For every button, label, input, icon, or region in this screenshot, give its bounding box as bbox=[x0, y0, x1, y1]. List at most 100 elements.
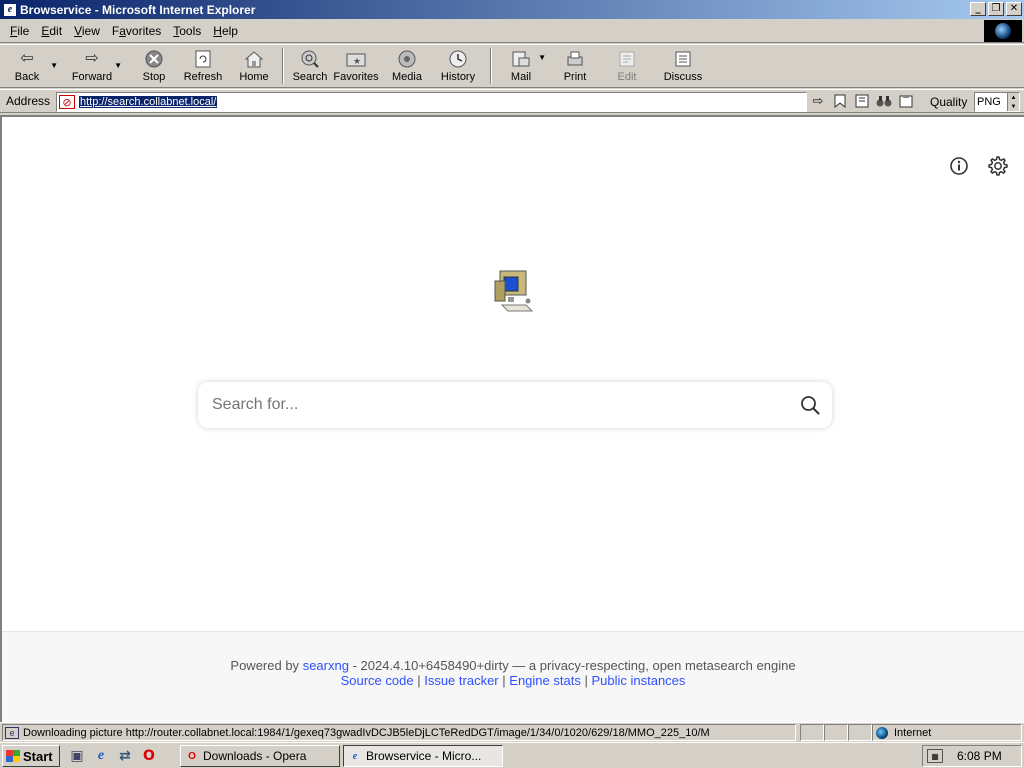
task-opera-downloads[interactable]: O Downloads - Opera bbox=[180, 745, 340, 767]
page-viewport: Powered by searxng - 2024.4.10+6458490+d… bbox=[0, 115, 1024, 724]
status-bar: e Downloading picture http://router.coll… bbox=[0, 722, 1024, 741]
public-instances-link[interactable]: Public instances bbox=[591, 673, 685, 688]
restore-button[interactable]: ❐ bbox=[988, 2, 1004, 16]
back-button[interactable]: ⇦ Back ▼ bbox=[4, 45, 58, 87]
discuss-button[interactable]: Discuss bbox=[658, 45, 708, 87]
mail-button[interactable]: Mail ▼ bbox=[498, 45, 546, 87]
opera-icon: O bbox=[188, 750, 196, 762]
quality-spinner[interactable]: ▲ ▼ bbox=[1007, 93, 1019, 111]
home-icon bbox=[242, 49, 266, 69]
bookmark-icon[interactable] bbox=[832, 93, 848, 109]
go-arrow-icon[interactable]: ⇨ bbox=[810, 93, 826, 109]
back-arrow-icon: ⇦ bbox=[20, 50, 34, 67]
search-submit-icon[interactable] bbox=[798, 393, 822, 417]
address-label: Address bbox=[6, 94, 51, 108]
search-box bbox=[198, 382, 832, 428]
back-dropdown-icon[interactable]: ▼ bbox=[50, 61, 58, 70]
toolbar-separator bbox=[490, 48, 492, 84]
title-bar: e Browservice - Microsoft Internet Explo… bbox=[0, 0, 1024, 19]
info-icon[interactable] bbox=[948, 155, 970, 177]
spin-down-icon[interactable]: ▼ bbox=[1011, 104, 1017, 110]
footer-links: Source code | Issue tracker | Engine sta… bbox=[340, 673, 686, 688]
quick-launch: ▣ e ⇄ O bbox=[68, 747, 158, 765]
favorites-toolbar-button[interactable]: ★ Favorites bbox=[330, 45, 382, 87]
menu-tools[interactable]: Tools bbox=[167, 24, 207, 38]
scheduler-icon[interactable]: ▦ bbox=[927, 749, 943, 763]
edit-page-icon bbox=[615, 49, 639, 69]
engine-stats-link[interactable]: Engine stats bbox=[509, 673, 581, 688]
book-icon[interactable] bbox=[854, 93, 870, 109]
globe-icon bbox=[995, 23, 1011, 39]
discuss-icon bbox=[671, 49, 695, 69]
menu-help[interactable]: Help bbox=[207, 24, 244, 38]
quality-select[interactable]: PNG ▲ ▼ bbox=[974, 92, 1020, 112]
window-title: Browservice - Microsoft Internet Explore… bbox=[20, 2, 256, 17]
issue-tracker-link[interactable]: Issue tracker bbox=[424, 673, 498, 688]
page-footer: Powered by searxng - 2024.4.10+6458490+d… bbox=[2, 631, 1024, 724]
throbber bbox=[984, 20, 1022, 42]
menu-file[interactable]: File bbox=[4, 24, 35, 38]
search-toolbar-button[interactable]: Search bbox=[290, 45, 330, 87]
windows-flag-icon bbox=[6, 750, 20, 762]
show-desktop-icon[interactable]: ▣ bbox=[68, 747, 86, 765]
home-button[interactable]: Home bbox=[232, 45, 276, 87]
history-button[interactable]: History bbox=[432, 45, 484, 87]
mail-icon bbox=[509, 49, 533, 69]
clock[interactable]: 6:08 PM bbox=[957, 749, 1002, 763]
address-bar: Address ⊘ http://search.collabnet.local/… bbox=[0, 89, 1024, 113]
forward-arrow-icon: ⇨ bbox=[85, 50, 99, 67]
spin-up-icon[interactable]: ▲ bbox=[1011, 95, 1017, 101]
refresh-button[interactable]: Refresh bbox=[174, 45, 232, 87]
menu-bar: File Edit View Favorites Tools Help bbox=[0, 19, 1024, 43]
binoculars-icon[interactable] bbox=[876, 93, 892, 109]
status-message: e Downloading picture http://router.coll… bbox=[2, 724, 796, 741]
search-input[interactable] bbox=[198, 385, 778, 425]
printer-icon bbox=[563, 49, 587, 69]
network-icon[interactable]: ⇄ bbox=[116, 747, 134, 765]
menu-favorites[interactable]: Favorites bbox=[106, 24, 167, 38]
media-icon bbox=[395, 49, 419, 69]
forward-dropdown-icon[interactable]: ▼ bbox=[114, 61, 122, 70]
stop-button[interactable]: Stop bbox=[134, 45, 174, 87]
media-button[interactable]: Media bbox=[382, 45, 432, 87]
search-globe-icon bbox=[298, 49, 322, 69]
menu-edit[interactable]: Edit bbox=[35, 24, 68, 38]
searxng-link[interactable]: searxng bbox=[303, 658, 349, 673]
status-panel bbox=[824, 724, 848, 741]
minimize-button[interactable]: _ bbox=[970, 2, 986, 16]
mail-dropdown-icon[interactable]: ▼ bbox=[538, 53, 546, 62]
security-zone: Internet bbox=[872, 724, 1022, 741]
favorites-folder-icon: ★ bbox=[344, 49, 368, 69]
settings-gear-icon[interactable] bbox=[986, 155, 1008, 177]
internet-zone-icon bbox=[876, 726, 888, 739]
toolbar-separator bbox=[282, 48, 284, 84]
stop-icon bbox=[142, 49, 166, 69]
ie-icon: e bbox=[3, 2, 17, 17]
ie-icon: e bbox=[352, 750, 358, 762]
edit-button[interactable]: Edit bbox=[606, 45, 648, 87]
task-browservice[interactable]: e Browservice - Micro... bbox=[343, 745, 503, 767]
refresh-icon bbox=[191, 49, 215, 69]
quality-label: Quality bbox=[930, 95, 968, 109]
page-top-icons bbox=[948, 155, 1008, 177]
source-code-link[interactable]: Source code bbox=[341, 673, 414, 688]
start-button[interactable]: Start bbox=[2, 745, 60, 767]
powered-by-line: Powered by searxng - 2024.4.10+6458490+d… bbox=[230, 658, 796, 673]
address-url[interactable]: http://search.collabnet.local/ bbox=[79, 96, 218, 108]
opera-icon[interactable]: O bbox=[140, 747, 158, 765]
menu-view[interactable]: View bbox=[68, 24, 106, 38]
system-tray: ▦ 6:08 PM bbox=[922, 745, 1022, 767]
toolbar: ⇦ Back ▼ ⇨ Forward ▼ Stop Refresh Home S… bbox=[0, 44, 1024, 88]
print-button[interactable]: Print bbox=[550, 45, 600, 87]
history-icon bbox=[446, 49, 470, 69]
quality-value: PNG bbox=[977, 96, 1001, 108]
forward-button[interactable]: ⇨ Forward ▼ bbox=[70, 45, 122, 87]
window-controls: _ ❐ ✕ bbox=[970, 2, 1022, 16]
close-button[interactable]: ✕ bbox=[1006, 2, 1022, 16]
status-panel bbox=[848, 724, 872, 741]
taskbar: Start ▣ e ⇄ O O Downloads - Opera e Brow… bbox=[0, 742, 1024, 768]
clipboard-icon[interactable] bbox=[898, 93, 914, 109]
internet-explorer-icon[interactable]: e bbox=[92, 747, 110, 765]
address-field[interactable]: ⊘ http://search.collabnet.local/ bbox=[56, 92, 807, 112]
no-page-icon: ⊘ bbox=[59, 95, 75, 109]
